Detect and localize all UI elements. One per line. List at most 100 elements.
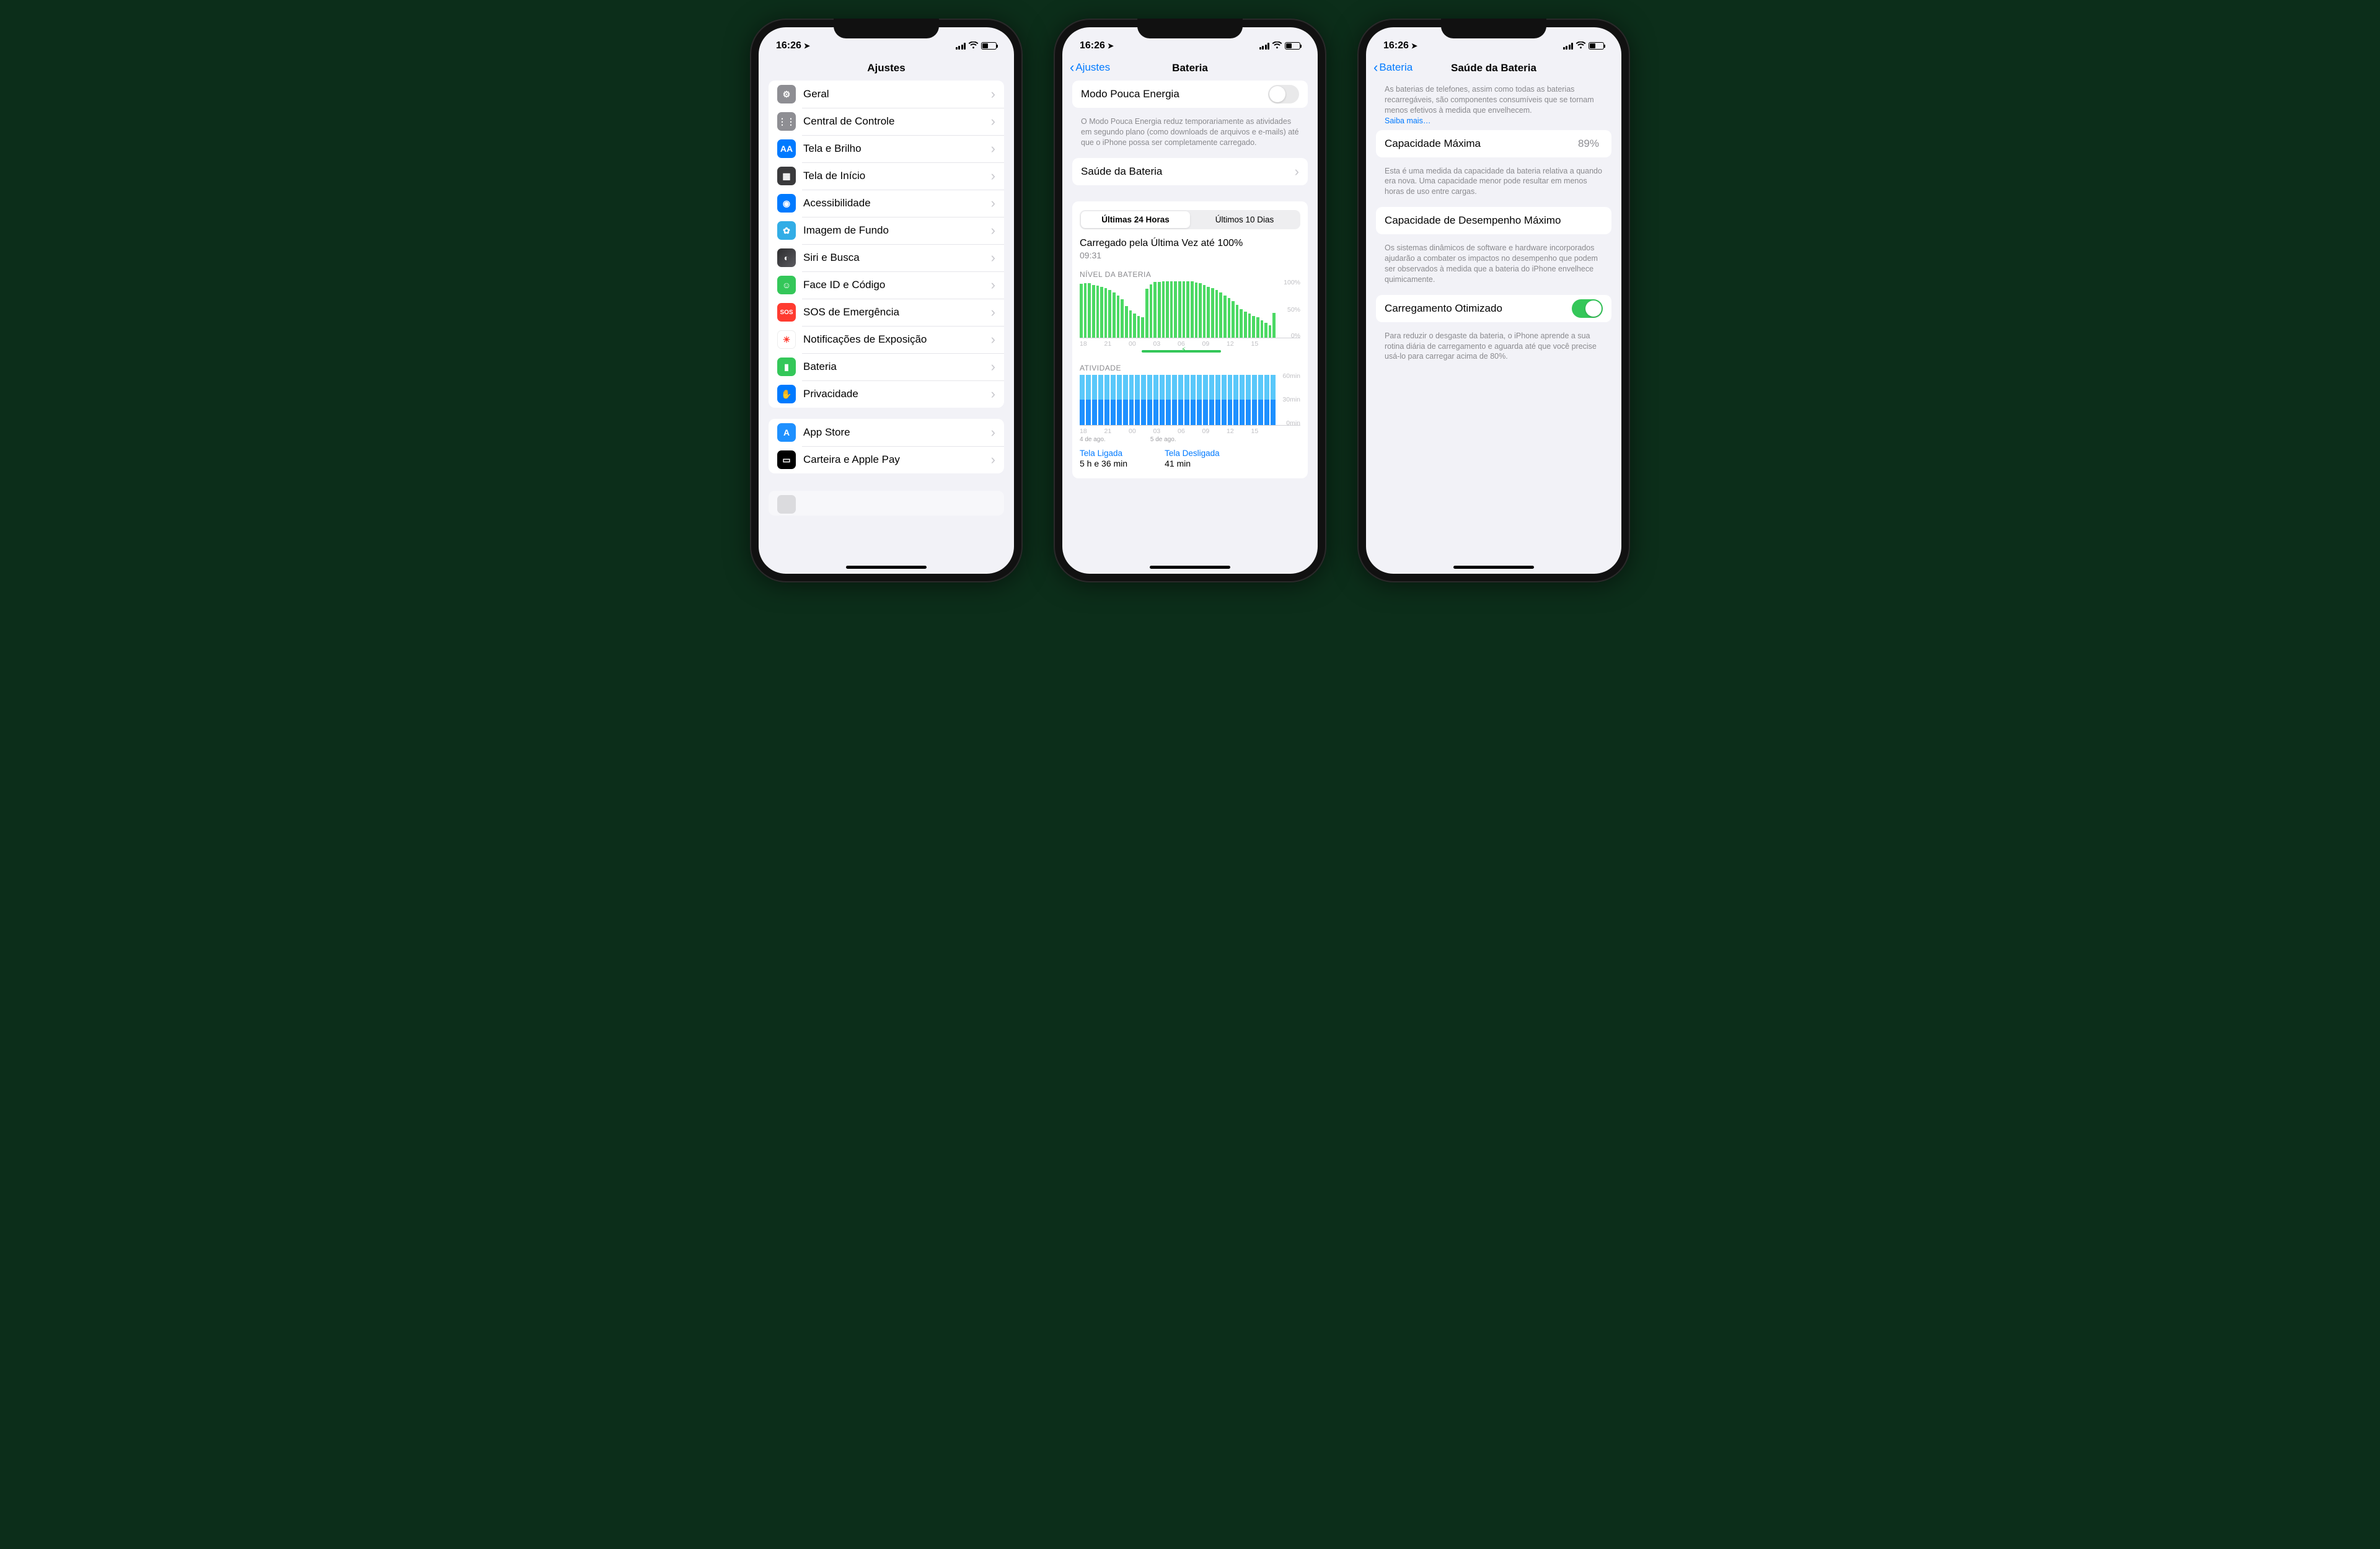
- back-label: Ajustes: [1075, 61, 1110, 74]
- bolt-icon: ⚡︎: [1181, 346, 1186, 354]
- learn-more-link[interactable]: Saiba mais…: [1385, 116, 1430, 125]
- chart-bar-stack: [1191, 375, 1196, 425]
- settings-row[interactable]: ▦Tela de Início›: [769, 162, 1004, 190]
- chart-bar-stack: [1129, 375, 1134, 425]
- chart-bar-stack: [1222, 375, 1227, 425]
- phone-settings: 16:26 ➤ Ajustes ⚙︎Geral›⋮⋮Central de Con…: [750, 19, 1023, 582]
- x-tick: 15: [1251, 340, 1276, 348]
- settings-row-icon: A: [777, 423, 796, 442]
- settings-row[interactable]: ◉ Acessibilidade›: [769, 190, 1004, 217]
- notch: [834, 19, 939, 38]
- battery-health-label: Saúde da Bateria: [1081, 165, 1295, 178]
- chart-bar-stack: [1246, 375, 1251, 425]
- intro-text: As baterias de telefones, assim como tod…: [1376, 81, 1611, 130]
- settings-row-label: Imagem de Fundo: [803, 224, 991, 237]
- settings-row-label: Geral: [803, 88, 991, 100]
- chevron-right-icon: ›: [991, 142, 995, 156]
- chart-bar-stack: [1209, 375, 1214, 425]
- settings-row[interactable]: ▮Bateria›: [769, 353, 1004, 380]
- chart-bar: [1092, 285, 1095, 338]
- settings-row[interactable]: ⋮⋮Central de Controle›: [769, 108, 1004, 135]
- seg-24h[interactable]: Últimas 24 Horas: [1081, 211, 1190, 228]
- settings-row-icon: ▭: [777, 450, 796, 469]
- chart-bar-stack: [1160, 375, 1165, 425]
- y-label: 60min: [1282, 372, 1300, 380]
- x-tick: 03: [1153, 428, 1178, 435]
- settings-row-label: Carteira e Apple Pay: [803, 454, 991, 466]
- chart-bar: [1232, 301, 1235, 337]
- chart-bar-stack: [1153, 375, 1158, 425]
- settings-row[interactable]: ✋Privacidade›: [769, 380, 1004, 408]
- back-button[interactable]: ‹ Ajustes: [1070, 61, 1110, 74]
- activity-chart: 60min 30min 0min 18210003060912154 de ag…: [1080, 375, 1300, 435]
- low-power-description: O Modo Pouca Energia reduz temporariamen…: [1072, 113, 1308, 158]
- home-indicator[interactable]: [846, 566, 927, 569]
- peak-performance-description: Os sistemas dinâmicos de software e hard…: [1376, 239, 1611, 295]
- chevron-right-icon: ›: [1295, 165, 1299, 178]
- settings-group-general: ⚙︎Geral›⋮⋮Central de Controle›AATela e B…: [769, 81, 1004, 408]
- chevron-right-icon: ›: [991, 333, 995, 346]
- chart-bar: [1264, 323, 1267, 338]
- chart-bar-stack: [1240, 375, 1245, 425]
- chart-bar: [1166, 281, 1169, 338]
- back-button[interactable]: ‹ Bateria: [1373, 61, 1413, 74]
- chart-bar: [1244, 312, 1247, 338]
- chart-bar-stack: [1086, 375, 1091, 425]
- settings-row[interactable]: ⚙︎Geral›: [769, 81, 1004, 108]
- row-max-capacity[interactable]: Capacidade Máxima 89%: [1376, 130, 1611, 157]
- settings-row-icon: ◉: [777, 194, 796, 213]
- chart-bar-stack: [1111, 375, 1116, 425]
- chart-bar: [1125, 306, 1128, 338]
- settings-row[interactable]: ◐Siri e Busca›: [769, 244, 1004, 271]
- settings-row[interactable]: SOSSOS de Emergência›: [769, 299, 1004, 326]
- home-indicator[interactable]: [1453, 566, 1534, 569]
- chevron-right-icon: ›: [991, 224, 995, 237]
- chart-bar-stack: [1264, 375, 1269, 425]
- settings-row-icon: ◐: [777, 248, 796, 267]
- optimized-charging-toggle[interactable]: [1572, 299, 1603, 318]
- y-label: 100%: [1284, 279, 1300, 286]
- x-tick: 18: [1080, 428, 1104, 435]
- cellular-icon: [1259, 43, 1270, 50]
- row-low-power-mode[interactable]: Modo Pouca Energia: [1072, 81, 1308, 108]
- settings-row-label: Acessibilidade: [803, 197, 991, 209]
- row-optimized-charging[interactable]: Carregamento Otimizado: [1376, 295, 1611, 322]
- settings-row-icon: ✋: [777, 385, 796, 403]
- row-battery-health[interactable]: Saúde da Bateria ›: [1072, 158, 1308, 185]
- chart-bar: [1240, 309, 1243, 338]
- row-peak-performance[interactable]: Capacidade de Desempenho Máximo: [1376, 207, 1611, 234]
- chart-bar: [1174, 281, 1177, 338]
- low-power-toggle[interactable]: [1268, 85, 1299, 103]
- settings-row[interactable]: AApp Store›: [769, 419, 1004, 446]
- settings-row[interactable]: ▭Carteira e Apple Pay›: [769, 446, 1004, 473]
- home-indicator[interactable]: [1150, 566, 1230, 569]
- status-time: 16:26: [776, 40, 801, 51]
- settings-row[interactable]: ☺︎Face ID e Código›: [769, 271, 1004, 299]
- chart-bar: [1203, 285, 1206, 338]
- chevron-right-icon: ›: [991, 251, 995, 265]
- x-date-label: 5 de ago.: [1150, 436, 1176, 443]
- chart-bar: [1150, 284, 1153, 338]
- settings-row[interactable]: ✿Imagem de Fundo›: [769, 217, 1004, 244]
- chevron-right-icon: ›: [991, 196, 995, 210]
- settings-row[interactable]: ☀︎Notificações de Exposição›: [769, 326, 1004, 353]
- settings-row[interactable]: AATela e Brilho›: [769, 135, 1004, 162]
- chart-bar: [1145, 289, 1148, 337]
- seg-10d[interactable]: Últimos 10 Dias: [1190, 211, 1299, 228]
- chart-bar: [1084, 283, 1087, 337]
- chevron-left-icon: ‹: [1373, 61, 1378, 74]
- chart-bar: [1207, 287, 1210, 338]
- battery-icon: [1589, 42, 1604, 50]
- chart-bar-stack: [1147, 375, 1152, 425]
- chart-bar: [1272, 313, 1276, 338]
- x-tick: 00: [1129, 340, 1153, 348]
- chart-bar: [1186, 281, 1189, 338]
- chart-bar-stack: [1080, 375, 1085, 425]
- wifi-icon: [968, 41, 979, 51]
- nav-bar: ‹ Ajustes Bateria: [1062, 58, 1318, 81]
- chart-bar: [1215, 290, 1219, 337]
- time-range-segmented[interactable]: Últimas 24 Horas Últimos 10 Dias: [1080, 210, 1300, 229]
- chevron-right-icon: ›: [991, 387, 995, 401]
- chart-bar: [1178, 281, 1181, 338]
- settings-row-label: SOS de Emergência: [803, 306, 991, 318]
